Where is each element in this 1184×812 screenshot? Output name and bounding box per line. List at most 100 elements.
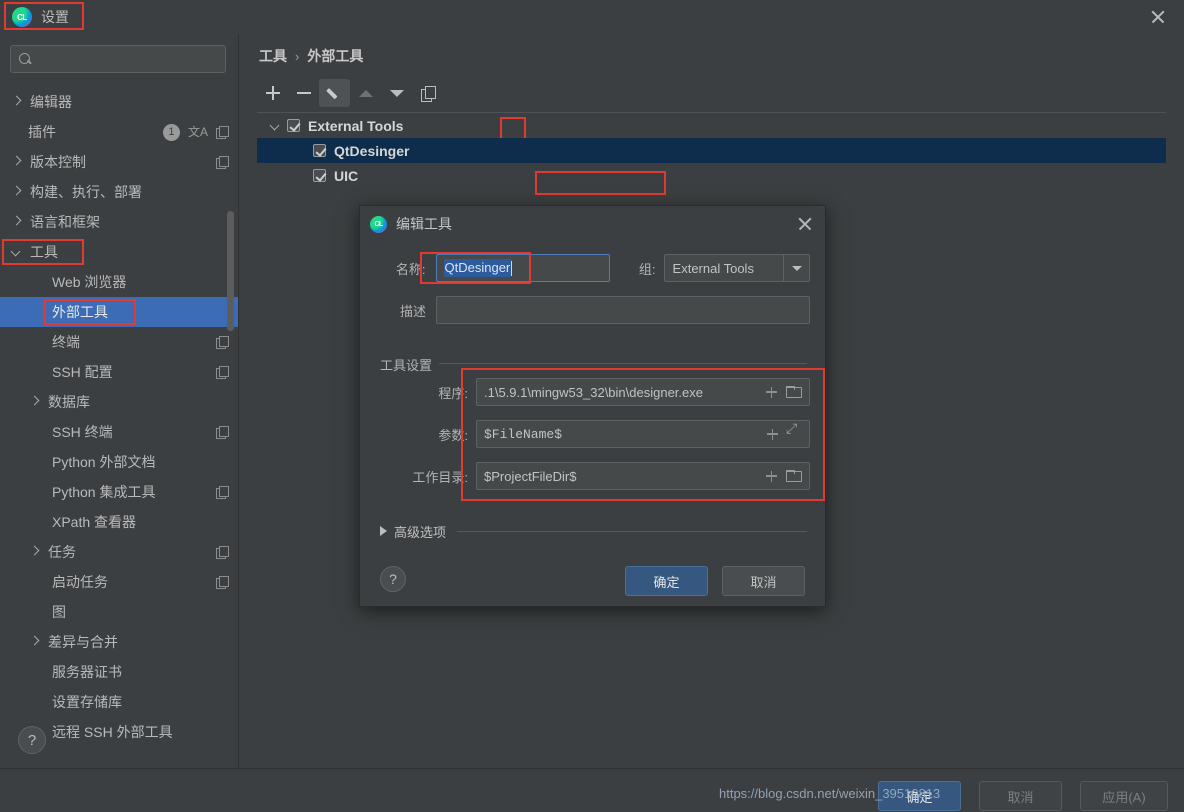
sidebar-help-button[interactable]: ? xyxy=(18,726,46,754)
insert-macro-icon[interactable] xyxy=(766,386,777,398)
sidebar-item-badges xyxy=(216,546,229,559)
sidebar-item-2[interactable]: 版本控制 xyxy=(0,147,238,177)
program-input[interactable]: .1\5.9.1\mingw53_32\bin\designer.exe xyxy=(476,378,810,406)
breadcrumb-parent[interactable]: 工具 xyxy=(259,46,287,66)
workdir-label: 工作目录: xyxy=(412,469,468,485)
sidebar-item-20[interactable]: 设置存储库 xyxy=(0,687,238,717)
browse-folder-icon[interactable] xyxy=(786,386,802,398)
sidebar-item-1[interactable]: 插件 1 文A xyxy=(0,117,238,147)
dialog-cancel-button[interactable]: 取消 xyxy=(722,566,805,596)
browse-folder-icon[interactable] xyxy=(786,470,802,482)
sidebar-item-6[interactable]: Web 浏览器 xyxy=(0,267,238,297)
workdir-input[interactable]: $ProjectFileDir$ xyxy=(476,462,810,490)
dialog-help-button[interactable]: ? xyxy=(380,566,406,592)
workdir-row: 工作目录: $ProjectFileDir$ xyxy=(380,462,810,490)
sidebar-item-10[interactable]: 数据库 xyxy=(0,387,238,417)
dialog-close-icon[interactable] xyxy=(797,216,813,232)
chevron-right-icon[interactable] xyxy=(10,156,22,168)
advanced-options-toggle[interactable]: 高级选项 xyxy=(380,523,807,540)
description-input[interactable] xyxy=(436,296,810,324)
sidebar-item-13[interactable]: Python 集成工具 xyxy=(0,477,238,507)
chevron-right-icon[interactable] xyxy=(10,216,22,228)
search-input[interactable] xyxy=(38,51,208,67)
name-input[interactable]: QtDesinger xyxy=(435,254,610,282)
sidebar-item-4[interactable]: 语言和框架 xyxy=(0,207,238,237)
insert-macro-icon[interactable] xyxy=(767,428,778,440)
remove-button[interactable] xyxy=(288,79,319,107)
dialog-ok-button[interactable]: 确定 xyxy=(625,566,708,596)
sidebar-item-label: 外部工具 xyxy=(52,304,108,320)
copy-icon[interactable] xyxy=(216,126,229,139)
sidebar-item-badges xyxy=(216,426,229,439)
copy-icon[interactable] xyxy=(216,156,229,169)
edit-button[interactable] xyxy=(319,79,350,107)
sidebar-item-17[interactable]: 图 xyxy=(0,597,238,627)
table-row[interactable]: External Tools xyxy=(257,113,1166,138)
notification-badge: 1 xyxy=(162,123,180,141)
footer-apply-button[interactable]: 应用(A) xyxy=(1080,781,1168,811)
checkbox[interactable] xyxy=(313,169,326,182)
sidebar-item-label: 构建、执行、部署 xyxy=(30,184,142,200)
group-select[interactable]: External Tools xyxy=(663,254,810,282)
sidebar-item-12[interactable]: Python 外部文档 xyxy=(0,447,238,477)
copy-icon[interactable] xyxy=(216,576,229,589)
advanced-options-rule xyxy=(457,530,807,532)
arguments-input[interactable]: $FileName$ xyxy=(476,420,810,448)
copy-button[interactable] xyxy=(412,79,443,107)
sidebar-item-18[interactable]: 差异与合并 xyxy=(0,627,238,657)
sidebar-scrollbar-thumb[interactable] xyxy=(227,211,234,331)
chevron-right-icon[interactable] xyxy=(28,636,40,648)
edit-tool-dialog: CL 编辑工具 名称: QtDesinger 组: External Tools… xyxy=(359,205,826,607)
move-down-button[interactable] xyxy=(381,79,412,107)
move-up-button xyxy=(350,79,381,107)
copy-icon[interactable] xyxy=(216,336,229,349)
insert-macro-icon[interactable] xyxy=(766,470,777,482)
sidebar-item-5[interactable]: 工具 xyxy=(0,237,238,267)
table-row[interactable]: UIC xyxy=(257,163,1166,188)
copy-icon[interactable] xyxy=(216,486,229,499)
checkbox[interactable] xyxy=(287,119,300,132)
minus-icon xyxy=(296,92,311,94)
copy-icon[interactable] xyxy=(216,546,229,559)
copy-icon[interactable] xyxy=(216,426,229,439)
sidebar-tree: 编辑器 插件 1 文A 版本控制 构建、执行、部署 语言和框架 工具 Web 浏览器 外部工具 终端… xyxy=(0,87,238,767)
chevron-down-icon[interactable] xyxy=(783,255,809,281)
expand-editor-icon[interactable] xyxy=(786,422,800,441)
window-title-bar: CL 设置 xyxy=(0,0,1184,34)
chevron-right-icon[interactable] xyxy=(28,396,40,408)
sidebar-item-19[interactable]: 服务器证书 xyxy=(0,657,238,687)
chevron-right-icon[interactable] xyxy=(10,96,22,108)
sidebar-item-8[interactable]: 终端 xyxy=(0,327,238,357)
add-button[interactable] xyxy=(257,79,288,107)
arguments-input-value: $FileName$ xyxy=(484,426,563,442)
copy-icon[interactable] xyxy=(216,366,229,379)
chevron-down-icon[interactable] xyxy=(10,246,22,258)
arguments-label: 参数: xyxy=(438,427,468,443)
chevron-right-icon[interactable] xyxy=(28,546,40,558)
close-icon[interactable] xyxy=(1148,7,1168,27)
sidebar-item-15[interactable]: 任务 xyxy=(0,537,238,567)
window-title-group: CL 设置 xyxy=(8,4,83,30)
sidebar-item-11[interactable]: SSH 终端 xyxy=(0,417,238,447)
translate-icon[interactable]: 文A xyxy=(188,126,208,138)
chevron-down-icon[interactable] xyxy=(269,120,281,132)
sidebar-item-label: 启动任务 xyxy=(52,574,108,590)
sidebar-item-14[interactable]: XPath 查看器 xyxy=(0,507,238,537)
advanced-options-label: 高级选项 xyxy=(394,524,447,540)
chevron-right-icon[interactable] xyxy=(10,186,22,198)
search-box[interactable] xyxy=(10,45,226,73)
sidebar-item-3[interactable]: 构建、执行、部署 xyxy=(0,177,238,207)
footer-cancel-button[interactable]: 取消 xyxy=(979,781,1062,811)
table-row[interactable]: QtDesinger xyxy=(257,138,1166,163)
sidebar-item-0[interactable]: 编辑器 xyxy=(0,87,238,117)
sidebar-item-7[interactable]: 外部工具 xyxy=(0,297,238,327)
sidebar-scrollbar-track[interactable] xyxy=(227,99,236,759)
program-label: 程序: xyxy=(438,385,468,401)
sidebar-item-16[interactable]: 启动任务 xyxy=(0,567,238,597)
checkbox[interactable] xyxy=(313,144,326,157)
sidebar-item-9[interactable]: SSH 配置 xyxy=(0,357,238,387)
breadcrumb-current: 外部工具 xyxy=(307,48,364,64)
description-row: 描述 xyxy=(380,296,810,324)
dialog-footer: 确定 取消 应用(A) xyxy=(0,768,1184,812)
workdir-input-value: $ProjectFileDir$ xyxy=(484,468,577,484)
